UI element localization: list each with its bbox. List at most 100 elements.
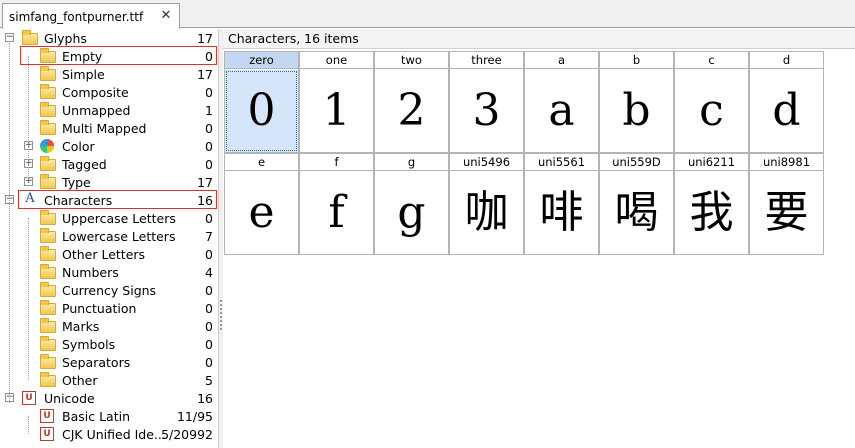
tree-item-basic-latin[interactable]: U Basic Latin 11/95 <box>0 407 219 425</box>
glyph-name: three <box>450 52 523 69</box>
tree-item-characters[interactable]: − A Characters 16 <box>0 191 219 209</box>
glyph-cell-d[interactable]: d d <box>749 51 824 153</box>
folder-icon <box>40 282 56 298</box>
glyph-cell-uni559D[interactable]: uni559D 喝 <box>599 153 674 255</box>
glyph-name: uni6211 <box>675 154 748 171</box>
glyph-preview: 我 <box>689 187 734 238</box>
tree-item-count: 0 <box>205 300 213 316</box>
glyph-preview: 喝 <box>614 187 659 238</box>
tree-item-symbols[interactable]: Symbols 0 <box>0 335 219 353</box>
glyph-cell-uni8981[interactable]: uni8981 要 <box>749 153 824 255</box>
glyph-cell-one[interactable]: one 1 <box>299 51 374 153</box>
glyph-name: c <box>675 52 748 69</box>
tree-guide-line <box>9 43 10 403</box>
tree-item-count: 16 <box>197 390 213 406</box>
glyph-cell-e[interactable]: e e <box>224 153 299 255</box>
unicode-icon: U <box>22 391 38 405</box>
tree-item-other-letters[interactable]: Other Letters 0 <box>0 245 219 263</box>
tree-item-lowercase[interactable]: Lowercase Letters 7 <box>0 227 219 245</box>
tree-item-label: Uppercase Letters <box>62 210 176 226</box>
tree-item-count: 5/20992 <box>161 426 213 442</box>
glyph-cell-zero[interactable]: zero 0 <box>224 51 299 153</box>
tree-item-label: Separators <box>62 354 131 370</box>
tree-item-count: 4 <box>205 264 213 280</box>
tree-item-label: Other Letters <box>62 246 146 262</box>
tree-item-count: 0 <box>205 120 213 136</box>
tree-item-count: 0 <box>205 48 213 64</box>
glyph-cell-b[interactable]: b b <box>599 51 674 153</box>
glyph-cell-uni6211[interactable]: uni6211 我 <box>674 153 749 255</box>
tree-item-label: Marks <box>62 318 100 334</box>
tree-item-empty[interactable]: Empty 0 <box>0 47 219 65</box>
collapse-icon[interactable]: − <box>5 33 14 42</box>
glyph-name: two <box>375 52 448 69</box>
tree-item-unmapped[interactable]: Unmapped 1 <box>0 101 219 119</box>
glyph-name: uni5561 <box>525 154 598 171</box>
tree-item-count: 0 <box>205 354 213 370</box>
tree-item-other[interactable]: Other 5 <box>0 371 219 389</box>
glyph-name: uni8981 <box>750 154 823 171</box>
tree-item-simple[interactable]: Simple 17 <box>0 65 219 83</box>
grid-header: Characters, 16 items <box>223 29 855 49</box>
folder-icon <box>40 264 56 280</box>
folder-icon <box>40 102 56 118</box>
tree-item-color[interactable]: + Color 0 <box>0 137 219 155</box>
tree-item-label: Unicode <box>44 390 95 406</box>
glyph-name: zero <box>225 52 298 69</box>
tree-item-label: Multi Mapped <box>62 120 147 136</box>
tree-item-cjk[interactable]: U CJK Unified Ide... 5/20992 <box>0 425 219 443</box>
tree-item-composite[interactable]: Composite 0 <box>0 83 219 101</box>
glyph-name: uni559D <box>600 154 673 171</box>
glyph-name: uni5496 <box>450 154 523 171</box>
tree-item-count: 7 <box>205 228 213 244</box>
tree-item-count: 5 <box>205 372 213 388</box>
glyph-cell-a[interactable]: a a <box>524 51 599 153</box>
folder-icon <box>40 156 56 172</box>
tree-item-label: Simple <box>62 66 105 82</box>
glyph-name: a <box>525 52 598 69</box>
tree-item-count: 17 <box>197 66 213 82</box>
tree-item-glyphs[interactable]: − Glyphs 17 <box>0 29 219 47</box>
glyph-cell-f[interactable]: f f <box>299 153 374 255</box>
tree-item-label: Color <box>62 138 95 154</box>
folder-icon <box>40 318 56 334</box>
tree-guide-line <box>28 56 29 182</box>
glyph-cell-three[interactable]: three 3 <box>449 51 524 153</box>
glyph-cell-c[interactable]: c c <box>674 51 749 153</box>
tree-item-type[interactable]: + Type 17 <box>0 173 219 191</box>
panel-splitter[interactable] <box>219 29 223 448</box>
tree-item-count: 11/95 <box>176 408 213 424</box>
close-icon[interactable]: ✕ <box>159 9 173 23</box>
tree-item-multi-mapped[interactable]: Multi Mapped 0 <box>0 119 219 137</box>
unicode-icon: U <box>40 409 56 423</box>
tree-item-unicode[interactable]: − U Unicode 16 <box>0 389 219 407</box>
glyph-cell-g[interactable]: g g <box>374 153 449 255</box>
tab-font-file[interactable]: simfang_fontpurner.ttf ✕ <box>2 3 180 29</box>
folder-icon <box>40 354 56 370</box>
tree-item-count: 0 <box>205 246 213 262</box>
glyph-name: f <box>300 154 373 171</box>
folder-icon <box>40 120 56 136</box>
tree-item-separators[interactable]: Separators 0 <box>0 353 219 371</box>
glyph-cell-uni5496[interactable]: uni5496 咖 <box>449 153 524 255</box>
folder-icon <box>40 228 56 244</box>
tree-item-numbers[interactable]: Numbers 4 <box>0 263 219 281</box>
glyph-preview: 咖 <box>464 187 509 238</box>
glyph-preview: 1 <box>322 85 351 136</box>
glyph-preview: g <box>397 187 426 238</box>
tree-item-punctuation[interactable]: Punctuation 0 <box>0 299 219 317</box>
glyph-name: one <box>300 52 373 69</box>
glyph-name: e <box>225 154 298 171</box>
tree-item-label: Other <box>62 372 98 388</box>
tree-item-currency[interactable]: Currency Signs 0 <box>0 281 219 299</box>
tree-item-tagged[interactable]: + Tagged 0 <box>0 155 219 173</box>
tree-item-uppercase[interactable]: Uppercase Letters 0 <box>0 209 219 227</box>
glyph-cell-two[interactable]: two 2 <box>374 51 449 153</box>
folder-icon <box>40 300 56 316</box>
tree-item-label: Lowercase Letters <box>62 228 176 244</box>
tree-item-marks[interactable]: Marks 0 <box>0 317 219 335</box>
tree-item-label: Punctuation <box>62 300 137 316</box>
tree-item-label: Tagged <box>62 156 107 172</box>
folder-icon <box>40 48 56 64</box>
glyph-cell-uni5561[interactable]: uni5561 啡 <box>524 153 599 255</box>
